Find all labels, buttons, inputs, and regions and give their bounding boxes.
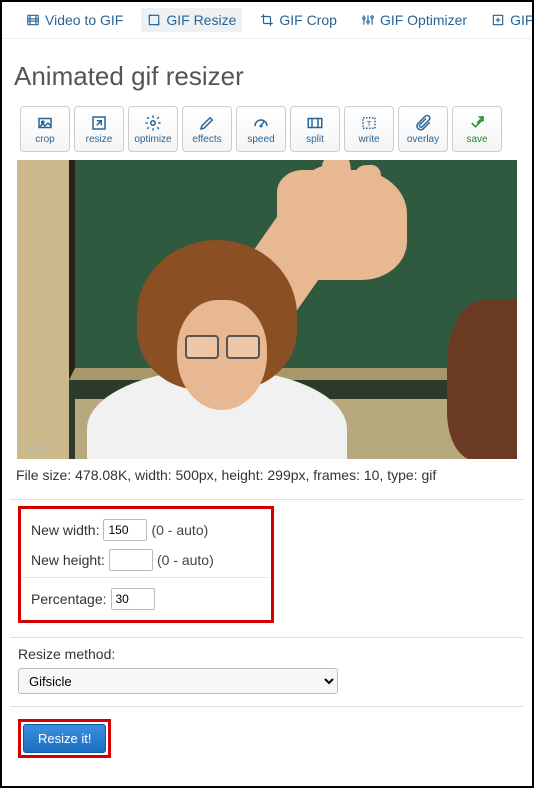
tool-label: resize [86, 134, 113, 145]
gear-icon [143, 114, 163, 132]
tool-crop[interactable]: crop [20, 106, 70, 152]
film-icon [26, 13, 40, 27]
nav-item-label: GIF Optimizer [380, 12, 467, 28]
width-input[interactable] [103, 519, 147, 541]
resize-button-highlight: Resize it! [18, 719, 111, 758]
nav-item-label: Video to GIF [45, 12, 123, 28]
gif-preview: IWDRM [17, 160, 517, 459]
method-section: Resize method: Gifsicle [10, 637, 524, 700]
nav-item-label: GIF Resize [166, 12, 236, 28]
tool-strip: crop resize optimize effects speed split… [10, 106, 524, 160]
nav-video-to-gif[interactable]: Video to GIF [20, 8, 129, 32]
expand-icon [89, 114, 109, 132]
paperclip-icon [413, 114, 433, 132]
top-nav: Video to GIF GIF Resize GIF Crop GIF Opt… [2, 2, 532, 39]
percentage-input[interactable] [111, 588, 155, 610]
pencil-icon [197, 114, 217, 132]
submit-row: Resize it! [10, 706, 524, 770]
crop-icon [35, 114, 55, 132]
text-frame-icon: T [359, 114, 379, 132]
tool-save[interactable]: save [452, 106, 502, 152]
method-label: Resize method: [18, 646, 516, 662]
tool-optimize[interactable]: optimize [128, 106, 178, 152]
height-input[interactable] [109, 549, 153, 571]
resize-icon [147, 13, 161, 27]
tool-label: effects [192, 134, 221, 145]
nav-gif-resize[interactable]: GIF Resize [141, 8, 242, 32]
gauge-icon [251, 114, 271, 132]
tool-label: overlay [407, 134, 439, 145]
nav-item-label: GIF Crop [279, 12, 337, 28]
tool-label: write [358, 134, 379, 145]
width-hint: (0 - auto) [151, 522, 208, 538]
tool-label: split [306, 134, 324, 145]
crop-tool-icon [260, 13, 274, 27]
watermark: IWDRM [23, 445, 55, 455]
file-info: File size: 478.08K, width: 500px, height… [10, 465, 524, 499]
tool-write[interactable]: T write [344, 106, 394, 152]
width-label: New width: [31, 522, 99, 538]
resize-button[interactable]: Resize it! [23, 724, 106, 753]
tool-split[interactable]: split [290, 106, 340, 152]
percentage-label: Percentage: [31, 591, 107, 607]
nav-gif-crop[interactable]: GIF Crop [254, 8, 343, 32]
method-select[interactable]: Gifsicle [18, 668, 338, 694]
tool-label: optimize [134, 134, 171, 145]
frames-icon [305, 114, 325, 132]
tool-effects[interactable]: effects [182, 106, 232, 152]
height-label: New height: [31, 552, 105, 568]
nav-gif-optimizer[interactable]: GIF Optimizer [355, 8, 473, 32]
sliders-icon [361, 13, 375, 27]
resize-inputs-highlight: New width: (0 - auto) New height: (0 - a… [18, 506, 274, 623]
resize-form: New width: (0 - auto) New height: (0 - a… [10, 499, 524, 629]
page-title: Animated gif resizer [14, 61, 520, 92]
nav-item-label: GIF [510, 12, 533, 28]
svg-text:T: T [367, 119, 372, 128]
tool-label: speed [247, 134, 274, 145]
tool-label: save [466, 134, 487, 145]
tool-speed[interactable]: speed [236, 106, 286, 152]
tool-overlay[interactable]: overlay [398, 106, 448, 152]
plus-frame-icon [491, 13, 505, 27]
export-icon [467, 114, 487, 132]
tool-label: crop [35, 134, 54, 145]
nav-gif-more[interactable]: GIF [485, 8, 534, 32]
tool-resize[interactable]: resize [74, 106, 124, 152]
height-hint: (0 - auto) [157, 552, 214, 568]
